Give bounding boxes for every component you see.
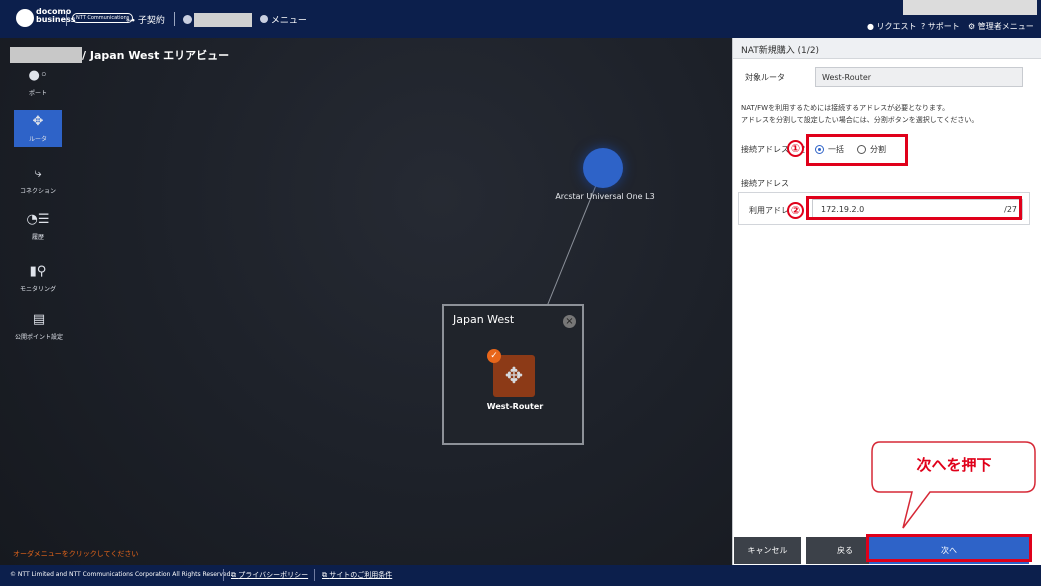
ntt-logo: NTT Communications [72,13,134,23]
address-section-label: 接続アドレス [741,179,789,188]
divider [314,569,315,581]
copyright: © NTT Limited and NTT Communications Cor… [10,571,233,578]
highlight-next [866,534,1032,562]
connection-line [519,167,604,374]
step1-marker: ① [787,140,804,157]
area-title: Japan West [453,313,515,326]
area-map-canvas[interactable]: / Japan West エリアビュー ●◦ ポート ✥ ルータ ⤷ コネクショ… [0,38,732,565]
gear-icon: ⚙ [968,22,976,31]
checkmark-icon: ✓ [487,349,501,363]
description-line2: アドレスを分割して設定したい場合には、分割ボタンを選択してください。 [741,116,979,124]
brand-line2: business [36,15,76,24]
terms-link-label: サイトのご利用条件 [329,571,393,579]
highlight-address [806,196,1022,220]
support-label: サポート [927,22,960,31]
panel-header: NAT新規購入 (1/2) [733,38,1041,59]
user-icon: ● [867,22,874,31]
divider [223,569,224,581]
panel-title: NAT新規購入 (1/2) [741,46,820,56]
menu-button[interactable]: メニュー [260,13,307,26]
admin-menu-label: 管理者メニュー [977,22,1034,31]
menu-icon [260,15,268,23]
brand-logo: docomo business [36,8,76,24]
close-icon[interactable]: × [563,315,576,328]
description-line1: NAT/FWを利用するためには接続するアドレスが必要となります。 [741,104,950,112]
request-label: リクエスト [876,22,917,31]
footer: © NTT Limited and NTT Communications Cor… [0,565,1041,586]
step2-marker: ② [787,202,804,219]
target-router-label: 対象ルータ [745,73,785,82]
description: NAT/FWを利用するためには接続するアドレスが必要となります。 アドレスを分割… [741,102,1041,126]
contract-name-redacted [194,13,252,27]
top-header: docomo business NTT Communications ⊶ 子契約… [0,0,1041,38]
admin-menu-link[interactable]: ⚙ 管理者メニュー [968,21,1034,32]
target-router-field: West-Router [815,67,1023,87]
target-router-value: West-Router [822,73,872,82]
divider [174,12,175,26]
user-name-redacted [903,0,1037,15]
check-circle-icon [183,15,192,24]
contract-tree-icon: ⊶ [126,16,135,26]
help-icon: ? [921,22,926,31]
cancel-button[interactable]: キャンセル [734,537,801,564]
globe-icon[interactable] [583,148,623,188]
privacy-link-label: プライバシーポリシー [238,571,309,579]
external-link-icon: ⧉ [322,571,327,579]
menu-label: メニュー [270,16,307,26]
docomo-logo-icon [16,9,34,27]
request-link[interactable]: ● リクエスト [867,21,917,32]
order-hint-text: オーダメニューをクリックしてください [13,550,139,558]
divider [66,12,67,26]
cloud-node-label: Arcstar Universal One L3 [555,192,655,201]
callout-text: 次へを押下 [916,456,992,474]
router-label: West-Router [486,402,544,411]
privacy-link[interactable]: ⧉ プライバシーポリシー [231,570,308,580]
support-link[interactable]: ? サポート [921,21,960,32]
external-link-icon: ⧉ [231,571,236,579]
contract-selector[interactable]: ⊶ 子契約 [126,13,165,26]
router-node-icon[interactable]: ✥ [493,355,535,397]
contract-label: 子契約 [137,16,165,26]
highlight-radio [806,134,908,166]
area-box-japan-west[interactable]: Japan West × ✥ ✓ West-Router [442,304,584,445]
terms-link[interactable]: ⧉ サイトのご利用条件 [322,570,392,580]
